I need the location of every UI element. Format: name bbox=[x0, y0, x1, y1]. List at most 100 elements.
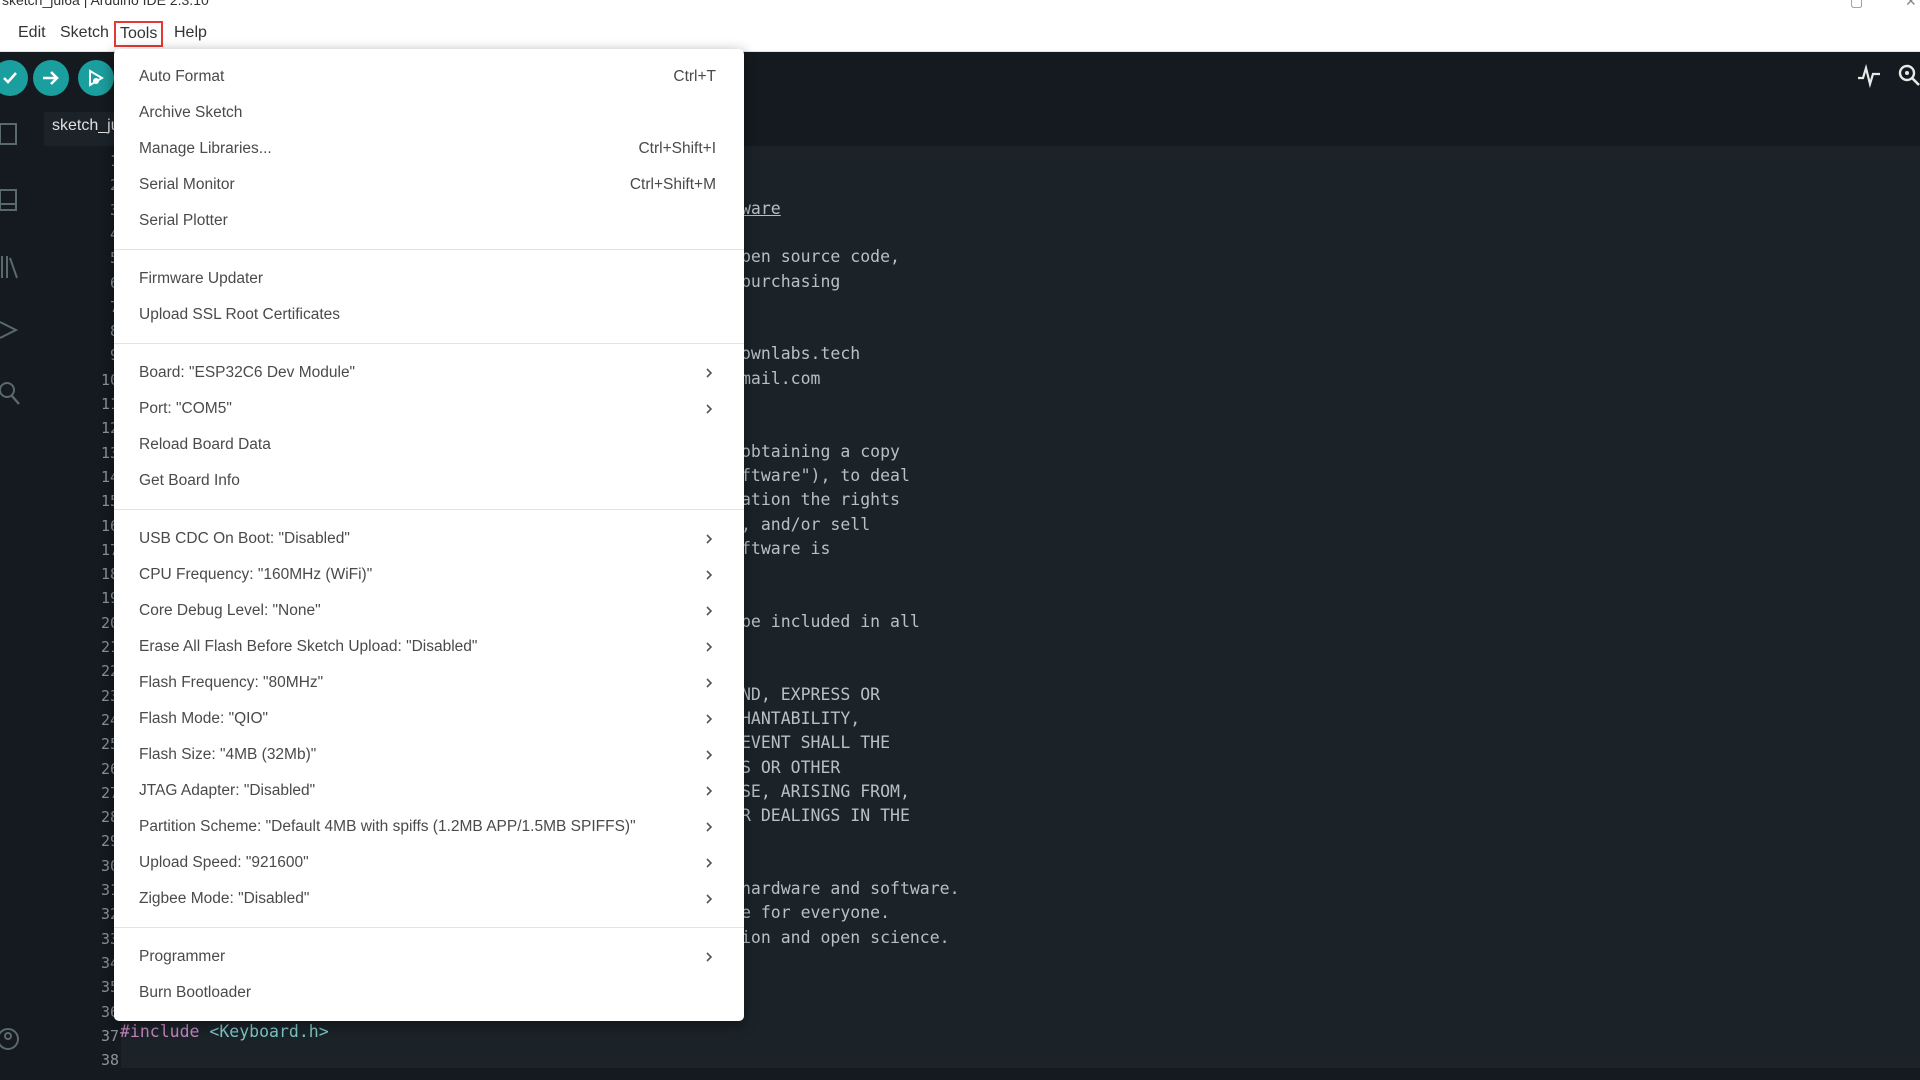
tools-menu-item[interactable]: Serial Monitor Ctrl+Shift+M bbox=[114, 169, 744, 203]
tools-menu-item-label: Upload SSL Root Certificates bbox=[139, 306, 341, 323]
tools-menu-item[interactable]: Auto Format Ctrl+T bbox=[114, 61, 744, 95]
upload-button[interactable] bbox=[33, 60, 69, 96]
library-manager-icon[interactable] bbox=[0, 254, 24, 279]
line-number: 9 bbox=[36, 346, 121, 364]
tools-menu-item[interactable]: USB CDC On Boot: "Disabled" bbox=[114, 523, 744, 557]
line-number: 35 bbox=[100, 978, 119, 997]
chevron-right-icon bbox=[706, 786, 713, 796]
tools-menu-item[interactable]: Partition Scheme: "Default 4MB with spif… bbox=[114, 811, 744, 845]
tools-menu-item-label: Flash Size: "4MB (32Mb)" bbox=[139, 746, 317, 763]
chevron-right-icon bbox=[706, 570, 713, 580]
tools-menu-item[interactable]: Erase All Flash Before Sketch Upload: "D… bbox=[114, 631, 744, 665]
tools-menu-item-label: Flash Frequency: "80MHz" bbox=[139, 674, 324, 691]
search-icon[interactable] bbox=[0, 382, 24, 406]
tools-menu-item[interactable]: Reload Board Data bbox=[114, 429, 744, 463]
tools-menu-item[interactable]: Archive Sketch bbox=[114, 97, 744, 131]
menu-help[interactable]: Help bbox=[170, 21, 211, 47]
chevron-right-icon bbox=[706, 606, 713, 616]
line-number: 10 bbox=[100, 370, 119, 389]
code-line: ownlabs.tech bbox=[741, 344, 861, 364]
sketchbook-icon[interactable] bbox=[0, 122, 24, 146]
debug-button[interactable] bbox=[78, 60, 114, 96]
window-title: sketch_jul6a | Arduino IDE 2.3.10 bbox=[2, 0, 209, 8]
code-line: e for everyone. bbox=[741, 903, 891, 923]
tools-menu-item[interactable]: Programmer bbox=[114, 941, 744, 975]
include-line[interactable]: #include <Keyboard.h> bbox=[120, 1022, 329, 1041]
line-number: 36 bbox=[100, 1002, 119, 1021]
tools-menu-item[interactable]: Flash Mode: "QIO" bbox=[114, 703, 744, 737]
tools-menu-item-label: USB CDC On Boot: "Disabled" bbox=[139, 530, 350, 547]
menu-edit[interactable]: Edit bbox=[14, 21, 50, 47]
tools-menu-item[interactable]: Core Debug Level: "None" bbox=[114, 595, 744, 629]
line-number: 5 bbox=[36, 249, 121, 267]
code-line: SE, ARISING FROM, bbox=[741, 781, 910, 801]
serial-plotter-icon[interactable] bbox=[1856, 62, 1882, 95]
code-line: ftware"), to deal bbox=[741, 465, 910, 485]
tools-menu-item[interactable]: JTAG Adapter: "Disabled" bbox=[114, 775, 744, 809]
debug-panel-icon[interactable] bbox=[0, 318, 24, 342]
line-number: 37 bbox=[100, 1026, 119, 1045]
line-number: 15 bbox=[100, 492, 119, 511]
menu-bar: Edit Sketch Tools Help bbox=[0, 12, 1920, 52]
line-number: 18 bbox=[100, 565, 119, 584]
line-number: 16 bbox=[100, 516, 119, 535]
line-number: 24 bbox=[100, 710, 119, 729]
line-number: 26 bbox=[100, 759, 119, 778]
tools-menu-item-label: Erase All Flash Before Sketch Upload: "D… bbox=[139, 638, 478, 655]
line-number: 12 bbox=[100, 419, 119, 438]
tools-menu-item[interactable]: Port: "COM5" bbox=[114, 393, 744, 427]
code-line: pen source code, bbox=[741, 247, 900, 267]
chevron-right-icon bbox=[706, 822, 713, 832]
tools-menu-item[interactable]: Upload Speed: "921600" bbox=[114, 847, 744, 881]
tools-menu-item-label: Zigbee Mode: "Disabled" bbox=[139, 890, 310, 907]
tools-menu-item[interactable]: Board: "ESP32C6 Dev Module" bbox=[114, 357, 744, 391]
verify-button[interactable] bbox=[0, 60, 28, 96]
maximize-icon[interactable]: ▢ bbox=[1850, 0, 1863, 10]
tools-menu-item-label: Manage Libraries... bbox=[139, 140, 272, 157]
account-icon[interactable] bbox=[0, 1026, 24, 1050]
tools-menu-item-label: CPU Frequency: "160MHz (WiFi)" bbox=[139, 566, 373, 583]
line-number: 4 bbox=[36, 225, 121, 243]
menu-separator bbox=[114, 343, 744, 344]
tools-menu-item[interactable]: Get Board Info bbox=[114, 465, 744, 499]
line-number: 23 bbox=[100, 686, 119, 705]
line-number: 7 bbox=[36, 298, 121, 316]
tools-menu-item[interactable]: Flash Frequency: "80MHz" bbox=[114, 667, 744, 701]
boards-manager-icon[interactable] bbox=[0, 188, 24, 212]
tools-menu-item-label: Core Debug Level: "None" bbox=[139, 602, 321, 619]
menu-separator bbox=[114, 927, 744, 928]
code-line: S OR OTHER bbox=[741, 757, 841, 777]
chevron-right-icon bbox=[706, 750, 713, 760]
serial-monitor-icon[interactable] bbox=[1896, 62, 1920, 95]
tools-menu-item-label: Archive Sketch bbox=[139, 104, 243, 121]
tools-menu-item[interactable]: CPU Frequency: "160MHz (WiFi)" bbox=[114, 559, 744, 593]
activity-sidebar bbox=[0, 112, 36, 1080]
tools-menu-item-label: Get Board Info bbox=[139, 472, 240, 489]
code-line: ion and open science. bbox=[741, 927, 950, 947]
code-line: ND, EXPRESS OR bbox=[741, 684, 881, 704]
code-line: R DEALINGS IN THE bbox=[741, 806, 910, 826]
line-number: 1 bbox=[36, 152, 121, 170]
include-keyword: #include bbox=[120, 1022, 200, 1041]
tools-menu-item-label: Board: "ESP32C6 Dev Module" bbox=[139, 364, 356, 381]
line-number: 13 bbox=[100, 443, 119, 462]
tools-menu-item[interactable]: Flash Size: "4MB (32Mb)" bbox=[114, 739, 744, 773]
include-file: <Keyboard.h> bbox=[209, 1022, 329, 1041]
code-line: obtaining a copy bbox=[741, 441, 900, 461]
line-number: 31 bbox=[100, 881, 119, 899]
tools-menu-item[interactable]: Burn Bootloader bbox=[114, 977, 744, 1011]
tools-menu-item[interactable]: Manage Libraries... Ctrl+Shift+I bbox=[114, 133, 744, 167]
code-line: ation the rights bbox=[741, 490, 900, 510]
menu-sketch[interactable]: Sketch bbox=[56, 21, 113, 47]
tools-menu-item[interactable]: Upload SSL Root Certificates bbox=[114, 299, 744, 333]
line-number: 32 bbox=[100, 905, 119, 924]
tools-menu-item[interactable]: Serial Plotter bbox=[114, 205, 744, 239]
tools-menu-item[interactable]: Firmware Updater bbox=[114, 263, 744, 297]
line-number: 20 bbox=[100, 613, 119, 632]
tools-menu-item[interactable]: Zigbee Mode: "Disabled" bbox=[114, 883, 744, 917]
line-number: 34 bbox=[100, 953, 119, 972]
menu-tools[interactable]: Tools bbox=[114, 21, 164, 47]
menu-separator bbox=[114, 509, 744, 510]
close-icon[interactable]: ✕ bbox=[1905, 0, 1917, 10]
line-number: 25 bbox=[100, 735, 119, 754]
